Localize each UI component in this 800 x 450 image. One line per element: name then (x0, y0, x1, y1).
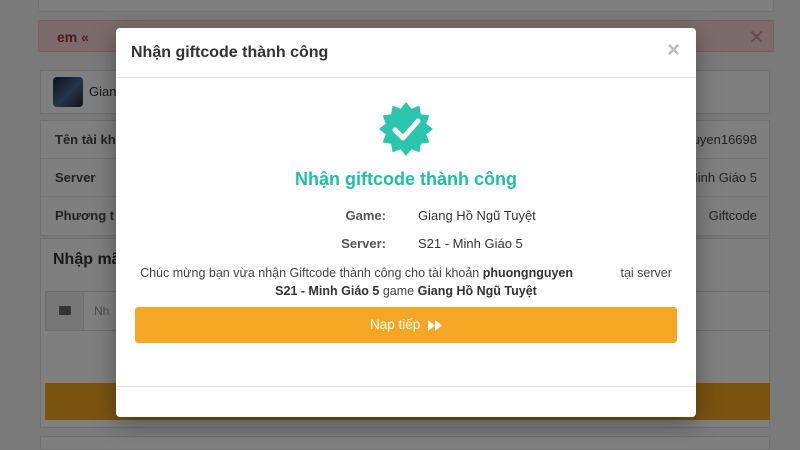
button-label: Nạp tiếp (369, 317, 421, 332)
modal-body: Nhận giftcode thành công Game: Giang Hồ … (116, 78, 696, 386)
modal-footer (116, 386, 696, 417)
message-server: S21 - Minh Giáo 5 (275, 284, 380, 298)
success-heading: Nhận giftcode thành công (295, 169, 517, 189)
game-label: Game: (345, 208, 386, 223)
check-badge-icon (379, 102, 433, 156)
message-account: phuongnguyen (482, 266, 574, 280)
server-label: Server: (341, 236, 386, 251)
close-icon[interactable]: × (667, 39, 680, 61)
message-prefix: Chúc mừng bạn vừa nhận Giftcode thành cô… (140, 266, 480, 280)
fast-forward-icon (428, 319, 443, 331)
server-value: S21 - Minh Giáo 5 (418, 236, 523, 251)
success-message: Chúc mừng bạn vừa nhận Giftcode thành cô… (128, 264, 684, 300)
modal-title: Nhận giftcode thành công (131, 44, 329, 61)
message-game: Giang Hồ Ngũ Tuyệt (417, 284, 537, 298)
success-modal: Nhận giftcode thành công × Nhận giftcode… (116, 28, 696, 417)
modal-header: Nhận giftcode thành công × (116, 28, 696, 78)
game-value: Giang Hồ Ngũ Tuyệt (418, 208, 536, 223)
message-game-word: game (382, 284, 415, 298)
topup-continue-button[interactable]: Nạp tiếp (135, 307, 677, 343)
message-at-server: tại server (620, 266, 672, 280)
